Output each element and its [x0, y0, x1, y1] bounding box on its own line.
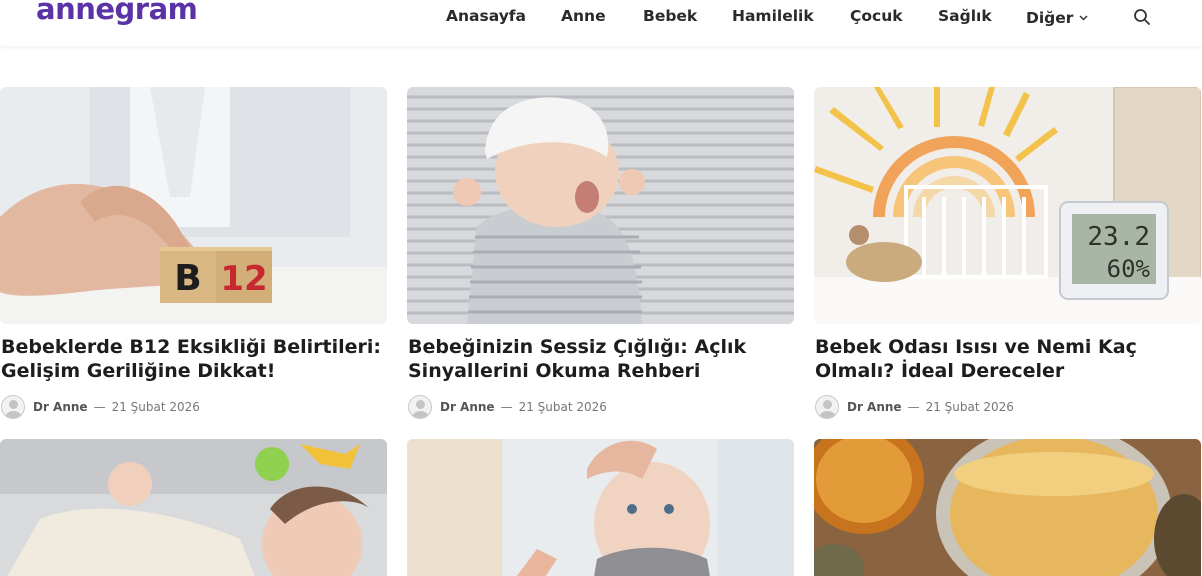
- nav-item-bebek[interactable]: Bebek: [643, 7, 697, 25]
- post-image[interactable]: 23.2 60%: [814, 87, 1201, 324]
- nav-item-diger-label: Diğer: [1026, 9, 1074, 27]
- post-meta: Dr Anne — 21 Şubat 2026: [815, 394, 1014, 420]
- avatar: [815, 395, 839, 419]
- post-image[interactable]: [407, 87, 794, 324]
- post-meta: Dr Anne — 21 Şubat 2026: [408, 394, 607, 420]
- post-image[interactable]: B 12: [0, 87, 387, 324]
- search-button[interactable]: [1133, 8, 1153, 28]
- b12-text-12: 12: [220, 259, 267, 299]
- post-author[interactable]: Dr Anne: [440, 400, 495, 414]
- site-header: annegram Anasayfa Anne Bebek Hamilelik Ç…: [0, 0, 1202, 46]
- meta-separator: —: [500, 400, 513, 414]
- thermometer-temperature: 23.2: [1087, 222, 1150, 252]
- post-date: 21 Şubat 2026: [111, 400, 200, 414]
- nav-item-hamilelik[interactable]: Hamilelik: [732, 7, 814, 25]
- post-author[interactable]: Dr Anne: [847, 400, 902, 414]
- nav-item-anne[interactable]: Anne: [561, 7, 606, 25]
- meta-separator: —: [907, 400, 920, 414]
- post-title[interactable]: Bebeklerde B12 Eksikliği Belirtileri: Ge…: [1, 335, 387, 383]
- site-logo[interactable]: annegram: [36, 0, 198, 26]
- chevron-down-icon: [1079, 7, 1088, 25]
- b12-text-b: B: [174, 258, 201, 299]
- post-date: 21 Şubat 2026: [925, 400, 1014, 414]
- nav-item-saglik[interactable]: Sağlık: [938, 7, 992, 25]
- meta-separator: —: [93, 400, 106, 414]
- post-date: 21 Şubat 2026: [518, 400, 607, 414]
- post-title[interactable]: Bebeğinizin Sessiz Çığlığı: Açlık Sinyal…: [408, 335, 794, 383]
- avatar: [1, 395, 25, 419]
- nav-item-anasayfa[interactable]: Anasayfa: [446, 7, 526, 25]
- post-meta: Dr Anne — 21 Şubat 2026: [1, 394, 200, 420]
- search-icon: [1134, 9, 1150, 25]
- nav-item-diger[interactable]: Diğer: [1026, 7, 1088, 27]
- post-author[interactable]: Dr Anne: [33, 400, 88, 414]
- post-image[interactable]: [0, 439, 387, 576]
- post-image[interactable]: [407, 439, 794, 576]
- avatar: [408, 395, 432, 419]
- nav-item-cocuk[interactable]: Çocuk: [850, 7, 903, 25]
- post-title[interactable]: Bebek Odası Isısı ve Nemi Kaç Olmalı? İd…: [815, 335, 1201, 383]
- thermometer-humidity: 60%: [1107, 255, 1151, 283]
- post-image[interactable]: [814, 439, 1201, 576]
